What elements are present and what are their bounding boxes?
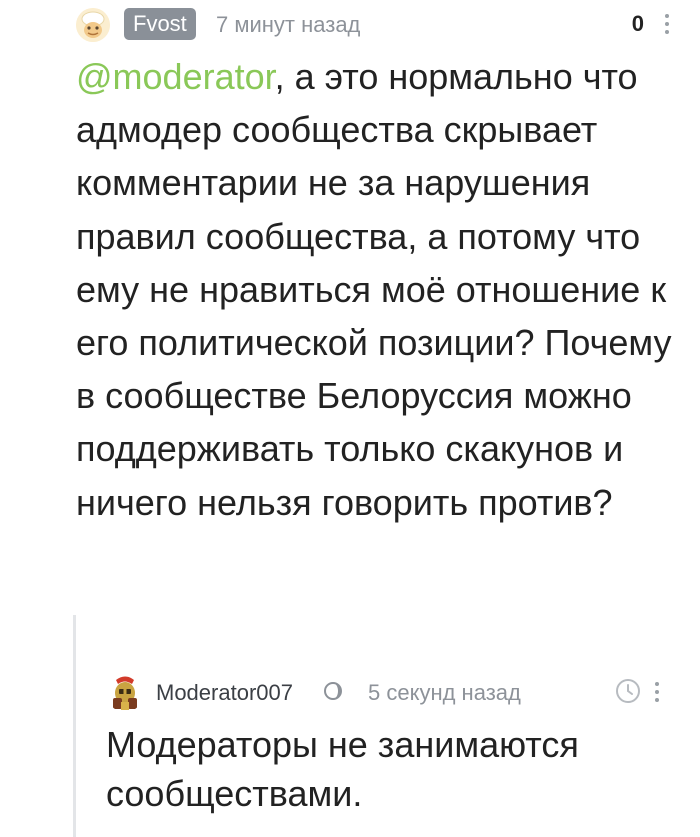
reply-header: Moderator007 5 секунд назад xyxy=(106,672,666,712)
comment-header: Fvost 7 минут назад 0 xyxy=(76,4,672,44)
reply-more-options-icon[interactable] xyxy=(652,682,662,706)
comment-rating: 0 xyxy=(631,11,644,36)
reply-thread-line xyxy=(73,615,76,837)
reply-avatar[interactable] xyxy=(106,674,144,712)
user-mention-link[interactable]: @moderator xyxy=(76,56,275,97)
spartan-helmet-icon xyxy=(106,674,144,712)
comment-timestamp[interactable]: 7 минут назад xyxy=(216,12,360,38)
reply-timestamp[interactable]: 5 секунд назад xyxy=(368,680,521,706)
comment-body-text: , а это нормально что адмодер сообщества… xyxy=(76,56,672,523)
more-options-icon[interactable] xyxy=(662,14,672,38)
reply-author[interactable]: Moderator007 xyxy=(156,680,293,706)
cartoon-face-icon xyxy=(76,8,110,42)
comment-text: @moderator, а это нормально что адмодер … xyxy=(76,50,676,529)
moon-icon xyxy=(322,680,344,702)
avatar[interactable] xyxy=(76,8,110,42)
reply-text: Модераторы не занимаются сообществами. xyxy=(106,724,579,814)
comment-author[interactable]: Fvost xyxy=(124,8,196,40)
clock-icon[interactable] xyxy=(614,677,642,705)
